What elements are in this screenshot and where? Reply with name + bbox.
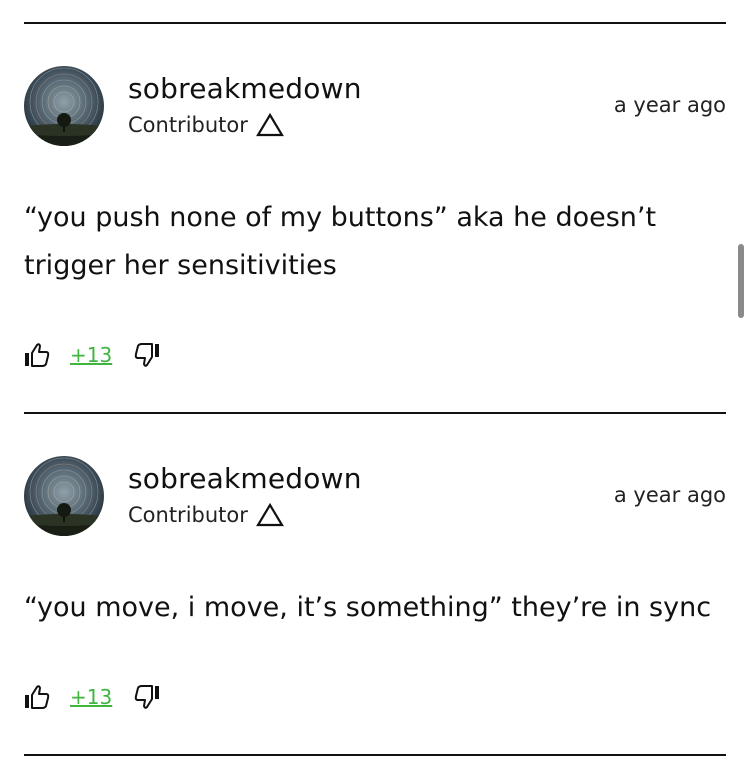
comment-divider: [24, 754, 726, 756]
thumbs-down-icon[interactable]: [134, 684, 160, 710]
scrollbar-thumb[interactable]: [738, 244, 744, 318]
vote-score[interactable]: +13: [70, 343, 112, 367]
avatar[interactable]: [24, 456, 104, 536]
vote-bar: +13: [24, 682, 160, 712]
thumbs-up-icon[interactable]: [24, 342, 50, 368]
comment-item: sobreakmedown Contributor a year ago “yo…: [24, 66, 726, 367]
user-role: Contributor: [128, 502, 284, 528]
comment-text: “you move, i move, it’s something” they’…: [24, 592, 712, 623]
timestamp: a year ago: [613, 483, 726, 507]
avatar-image: [24, 66, 104, 146]
avatar-image: [24, 456, 104, 536]
role-label: Contributor: [128, 503, 248, 527]
user-role: Contributor: [128, 112, 284, 138]
avatar[interactable]: [24, 66, 104, 146]
comment-divider: [24, 412, 726, 414]
triangle-icon: [255, 502, 284, 527]
comment-text: “you push none of my buttons” aka he doe…: [24, 202, 657, 281]
timestamp: a year ago: [613, 93, 726, 117]
username[interactable]: sobreakmedown: [128, 462, 362, 496]
thumbs-up-icon[interactable]: [24, 684, 50, 710]
triangle-icon: [255, 112, 284, 137]
username[interactable]: sobreakmedown: [128, 72, 362, 106]
vote-score[interactable]: +13: [70, 685, 112, 709]
role-label: Contributor: [128, 113, 248, 137]
thumbs-down-icon[interactable]: [134, 342, 160, 368]
top-divider: [24, 22, 726, 24]
comment-item: sobreakmedown Contributor a year ago “yo…: [24, 456, 726, 726]
vote-bar: +13: [24, 340, 160, 370]
